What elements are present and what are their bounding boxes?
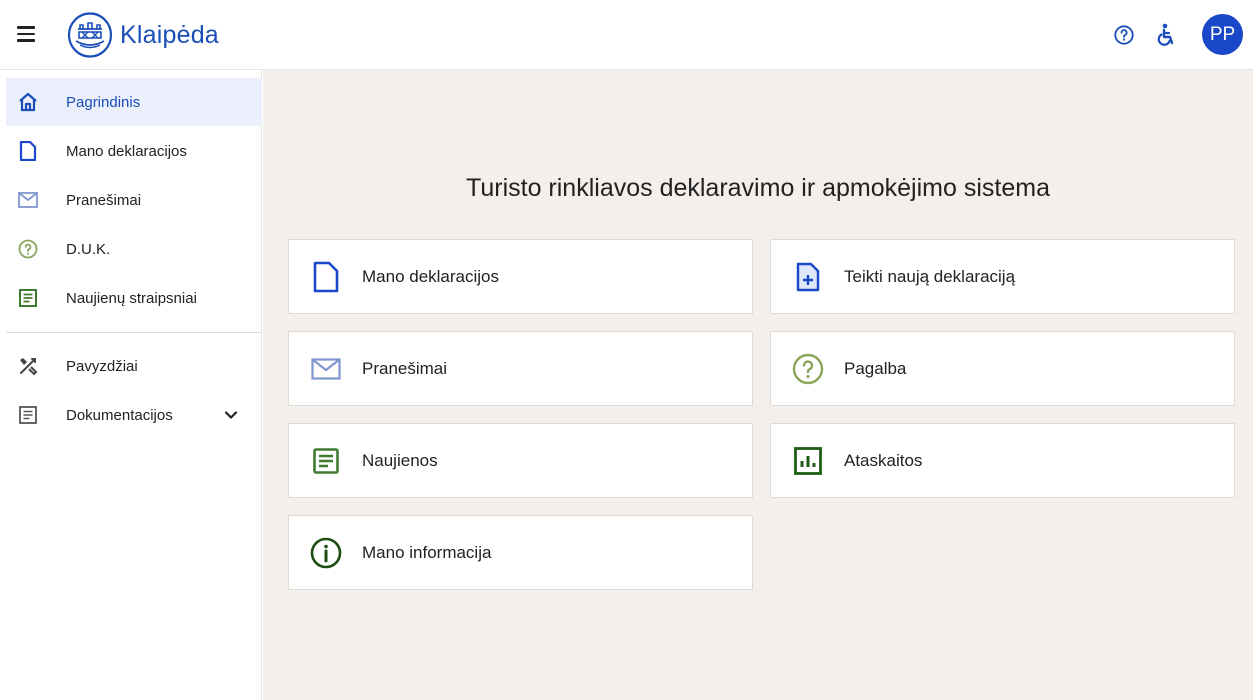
app-header: Klaipėda PP — [0, 0, 1253, 70]
card-label: Mano informacija — [362, 542, 492, 562]
page-title: Turisto rinkliavos deklaravimo ir apmokė… — [466, 174, 1050, 202]
card-label: Teikti naują deklaraciją — [844, 266, 1016, 286]
docs-icon — [18, 405, 38, 425]
card-new-declaration[interactable]: Teikti naują deklaraciją — [770, 239, 1235, 314]
sidebar-item-label: Pagrindinis — [66, 93, 141, 111]
mail-icon — [18, 190, 38, 210]
home-icon — [18, 92, 38, 112]
card-messages[interactable]: Pranešimai — [288, 331, 753, 406]
menu-icon[interactable] — [14, 23, 38, 45]
user-avatar[interactable]: PP — [1202, 14, 1243, 55]
sidebar-item-declarations[interactable]: Mano deklaracijos — [6, 127, 262, 175]
article-icon — [18, 288, 38, 308]
accessibility-icon[interactable] — [1154, 23, 1178, 47]
document-icon — [18, 141, 38, 161]
card-label: Pagalba — [844, 358, 907, 378]
sidebar-item-examples[interactable]: Pavyzdžiai — [6, 342, 262, 390]
sidebar-item-label: Pavyzdžiai — [66, 357, 138, 375]
document-icon — [309, 260, 343, 294]
card-label: Naujienos — [362, 450, 438, 470]
report-icon — [791, 444, 825, 478]
logo[interactable]: Klaipėda — [66, 11, 219, 59]
sidebar-item-home[interactable]: Pagrindinis — [6, 78, 262, 126]
sidebar-item-label: Dokumentacijos — [66, 406, 173, 424]
card-label: Pranešimai — [362, 358, 448, 378]
mail-icon — [309, 352, 343, 386]
card-my-declarations[interactable]: Mano deklaracijos — [288, 239, 753, 314]
sidebar-divider — [6, 332, 262, 333]
sidebar: Pagrindinis Mano deklaracijos Pranešimai… — [0, 70, 262, 700]
sidebar-item-label: D.U.K. — [66, 240, 111, 258]
chevron-down-icon[interactable] — [224, 408, 238, 422]
info-icon — [309, 536, 343, 570]
logo-text: Klaipėda — [120, 20, 219, 49]
card-label: Mano deklaracijos — [362, 266, 500, 286]
question-icon — [791, 352, 825, 386]
card-my-information[interactable]: Mano informacija — [288, 515, 753, 590]
city-crest-icon — [67, 12, 113, 58]
help-icon[interactable] — [1112, 23, 1136, 47]
add-document-icon — [791, 260, 825, 294]
sidebar-item-label: Naujienų straipsniai — [66, 289, 197, 307]
card-help[interactable]: Pagalba — [770, 331, 1235, 406]
article-icon — [309, 444, 343, 478]
sidebar-item-faq[interactable]: D.U.K. — [6, 225, 262, 273]
sidebar-item-label: Mano deklaracijos — [66, 142, 187, 160]
card-news[interactable]: Naujienos — [288, 423, 753, 498]
card-label: Ataskaitos — [844, 450, 923, 470]
question-icon — [18, 239, 38, 259]
card-reports[interactable]: Ataskaitos — [770, 423, 1235, 498]
sidebar-item-messages[interactable]: Pranešimai — [6, 176, 262, 224]
sidebar-item-label: Pranešimai — [66, 191, 142, 209]
sidebar-item-news[interactable]: Naujienų straipsniai — [6, 274, 262, 322]
main-content: Turisto rinkliavos deklaravimo ir apmokė… — [263, 70, 1253, 700]
sidebar-item-documentation[interactable]: Dokumentacijos — [6, 391, 262, 439]
tools-icon — [18, 356, 38, 376]
